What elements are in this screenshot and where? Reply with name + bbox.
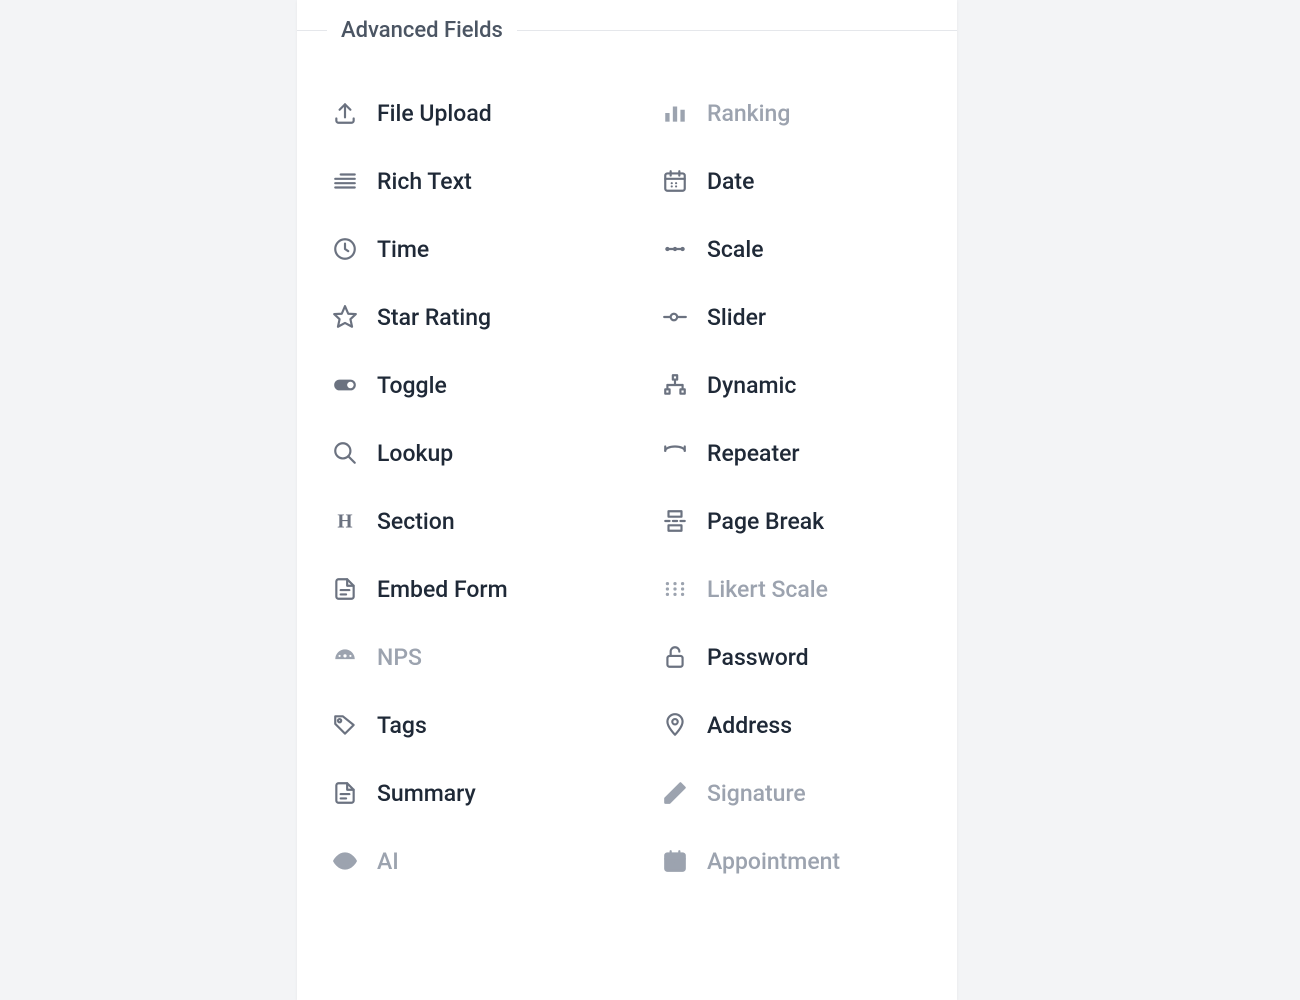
field-label: Tags xyxy=(377,712,427,739)
field-label: Star Rating xyxy=(377,304,491,331)
field-repeater[interactable]: Repeater xyxy=(627,419,957,487)
field-label: Scale xyxy=(707,236,764,263)
pin-icon xyxy=(661,711,689,739)
calendar-icon xyxy=(661,847,689,875)
field-label: Date xyxy=(707,168,754,195)
pen-icon xyxy=(661,779,689,807)
field-label: NPS xyxy=(377,644,422,671)
star-icon xyxy=(331,303,359,331)
tag-icon xyxy=(331,711,359,739)
field-time[interactable]: Time xyxy=(297,215,627,283)
field-label: Repeater xyxy=(707,440,800,467)
toggle-icon xyxy=(331,371,359,399)
field-date[interactable]: Date xyxy=(627,147,957,215)
field-label: AI xyxy=(377,848,399,875)
field-label: Embed Form xyxy=(377,576,508,603)
eye-icon xyxy=(331,847,359,875)
field-label: Ranking xyxy=(707,100,790,127)
field-label: File Upload xyxy=(377,100,492,127)
field-label: Appointment xyxy=(707,848,840,875)
field-label: Section xyxy=(377,508,455,535)
search-icon xyxy=(331,439,359,467)
rich-text-icon xyxy=(331,167,359,195)
field-password[interactable]: Password xyxy=(627,623,957,691)
field-label: Toggle xyxy=(377,372,447,399)
field-section[interactable]: H Section xyxy=(297,487,627,555)
heading-icon: H xyxy=(331,507,359,535)
field-label: Likert Scale xyxy=(707,576,828,603)
field-nps: NPS xyxy=(297,623,627,691)
field-label: Address xyxy=(707,712,792,739)
field-label: Lookup xyxy=(377,440,453,467)
likert-icon xyxy=(661,575,689,603)
field-summary[interactable]: Summary xyxy=(297,759,627,827)
section-title: Advanced Fields xyxy=(327,18,517,43)
field-rich-text[interactable]: Rich Text xyxy=(297,147,627,215)
field-label: Rich Text xyxy=(377,168,472,195)
field-file-upload[interactable]: File Upload xyxy=(297,79,627,147)
field-label: Summary xyxy=(377,780,476,807)
gauge-icon xyxy=(331,643,359,671)
repeater-icon xyxy=(661,439,689,467)
file-icon xyxy=(331,575,359,603)
field-tags[interactable]: Tags xyxy=(297,691,627,759)
field-label: Dynamic xyxy=(707,372,796,399)
field-page-break[interactable]: Page Break xyxy=(627,487,957,555)
field-star-rating[interactable]: Star Rating xyxy=(297,283,627,351)
field-lookup[interactable]: Lookup xyxy=(297,419,627,487)
svg-text:H: H xyxy=(337,512,352,533)
field-scale[interactable]: Scale xyxy=(627,215,957,283)
slider-icon xyxy=(661,303,689,331)
field-likert-scale: Likert Scale xyxy=(627,555,957,623)
section-header: Advanced Fields xyxy=(297,0,957,61)
field-label: Time xyxy=(377,236,429,263)
page-break-icon xyxy=(661,507,689,535)
scale-icon xyxy=(661,235,689,263)
field-embed-form[interactable]: Embed Form xyxy=(297,555,627,623)
field-label: Page Break xyxy=(707,508,824,535)
calendar-icon xyxy=(661,167,689,195)
field-picker-panel: Advanced Fields File Upload Ranking Rich… xyxy=(297,0,957,1000)
field-ranking: Ranking xyxy=(627,79,957,147)
fields-grid: File Upload Ranking Rich Text Date xyxy=(297,61,957,895)
ranking-icon xyxy=(661,99,689,127)
upload-icon xyxy=(331,99,359,127)
field-signature: Signature xyxy=(627,759,957,827)
field-slider[interactable]: Slider xyxy=(627,283,957,351)
field-label: Password xyxy=(707,644,809,671)
field-label: Slider xyxy=(707,304,766,331)
dynamic-icon xyxy=(661,371,689,399)
field-address[interactable]: Address xyxy=(627,691,957,759)
field-toggle[interactable]: Toggle xyxy=(297,351,627,419)
clock-icon xyxy=(331,235,359,263)
field-appointment: Appointment xyxy=(627,827,957,895)
field-ai: AI xyxy=(297,827,627,895)
file-icon xyxy=(331,779,359,807)
lock-icon xyxy=(661,643,689,671)
field-label: Signature xyxy=(707,780,806,807)
field-dynamic[interactable]: Dynamic xyxy=(627,351,957,419)
